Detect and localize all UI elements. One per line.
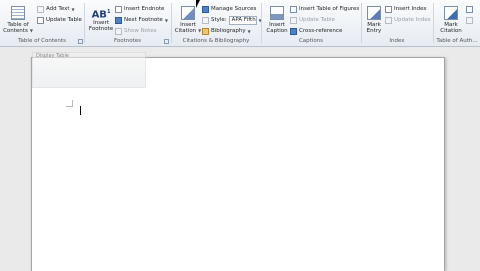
mark-entry-button[interactable]: Mark Entry	[363, 4, 385, 34]
group-table-of-authorities: Mark Citation Table of Auth...	[434, 0, 480, 46]
chevron-down-icon: ▼	[71, 6, 75, 12]
group-label-footnotes: Footnotes	[113, 38, 142, 44]
manage-sources-button[interactable]: Manage Sources	[202, 5, 256, 13]
margin-corner-mark	[66, 100, 73, 107]
dialog-launcher-icon[interactable]	[78, 39, 83, 44]
chevron-down-icon: ▼	[198, 28, 202, 33]
insert-caption-button[interactable]: Insert Caption	[264, 4, 290, 34]
add-text-label: Add Text	[46, 6, 70, 12]
insert-endnote-icon	[115, 5, 122, 13]
update-index-icon	[385, 16, 392, 24]
cross-reference-button[interactable]: Cross-reference	[290, 27, 342, 35]
style-icon	[202, 16, 209, 24]
insert-index-label: Insert Index	[394, 6, 427, 12]
bibliography-label: Bibliography	[211, 28, 246, 34]
insert-citation-label: Insert Citation	[174, 22, 197, 34]
show-notes-button[interactable]: Show Notes	[115, 27, 156, 35]
update-index-button[interactable]: Update Index	[385, 16, 431, 24]
ghost-overlay-label: Display Table	[36, 53, 69, 59]
insert-index-icon	[385, 5, 392, 13]
text-caret	[80, 106, 81, 115]
update-table-of-authorities-button[interactable]	[466, 16, 475, 24]
update-index-label: Update Index	[394, 17, 431, 23]
insert-index-button[interactable]: Insert Index	[385, 5, 427, 13]
style-label: Style:	[211, 17, 227, 23]
group-label-index: Index	[389, 38, 405, 44]
cross-reference-label: Cross-reference	[299, 28, 343, 34]
show-notes-icon	[115, 27, 122, 35]
chevron-down-icon: ▼	[247, 28, 251, 34]
add-text-icon	[37, 5, 44, 13]
show-notes-label: Show Notes	[124, 28, 157, 34]
insert-caption-label: Insert Caption	[266, 22, 288, 34]
next-footnote-button[interactable]: Next Footnote ▼	[115, 16, 168, 24]
insert-citation-button[interactable]: Insert Citation ▼	[174, 4, 202, 34]
update-authorities-icon	[466, 16, 473, 24]
table-of-authorities-icon	[466, 5, 473, 13]
ribbon: Table of Contents ▼ Add Text ▼ Update Tabl…	[0, 0, 480, 47]
update-table-icon	[290, 16, 297, 24]
mark-citation-label: Mark Citation	[440, 22, 462, 34]
dialog-launcher-icon[interactable]	[164, 39, 169, 44]
group-table-of-contents: Table of Contents ▼ Add Text ▼ Update Tabl…	[0, 0, 84, 46]
group-label-captions: Captions	[298, 38, 324, 44]
insert-endnote-label: Insert Endnote	[124, 6, 165, 12]
insert-footnote-label: Insert Footnote	[88, 20, 114, 32]
insert-endnote-button[interactable]: Insert Endnote	[115, 5, 164, 13]
style-dropdown[interactable]: APA Fifth	[228, 15, 257, 25]
add-text-button[interactable]: Add Text ▼	[37, 5, 75, 13]
insert-footnote-icon: AB1	[87, 4, 115, 20]
group-label-citations: Citations & Bibliography	[182, 38, 250, 44]
bibliography-icon	[202, 27, 209, 35]
group-captions: Insert Caption Insert Table of Figures U…	[262, 0, 360, 46]
update-table-captions-button[interactable]: Update Table	[290, 16, 335, 24]
mark-entry-label: Mark Entry	[366, 22, 382, 34]
manage-sources-label: Manage Sources	[211, 6, 257, 12]
next-footnote-icon	[115, 16, 122, 24]
insert-caption-icon	[270, 6, 284, 20]
group-citations-bibliography: Insert Citation ▼ Manage Sources Style: A…	[172, 0, 262, 46]
table-of-contents-icon	[11, 6, 25, 20]
document-page[interactable]	[31, 57, 445, 271]
table-of-figures-icon	[290, 5, 297, 13]
mark-citation-button[interactable]: Mark Citation	[438, 4, 464, 34]
insert-footnote-button[interactable]: AB1 Insert Footnote	[87, 4, 115, 32]
style-selector[interactable]: Style: APA Fifth▼	[202, 15, 262, 25]
table-of-contents-button[interactable]: Table of Contents ▼	[3, 4, 33, 34]
update-table-label: Update Table	[46, 17, 82, 23]
update-table-icon	[37, 16, 44, 24]
insert-citation-icon	[181, 6, 195, 20]
footnote-ab-glyph: AB	[91, 9, 107, 21]
group-label-authorities: Table of Auth...	[436, 38, 478, 44]
table-of-contents-label: Table of Contents	[3, 22, 29, 34]
next-footnote-label: Next Footnote	[124, 17, 163, 23]
group-footnotes: AB1 Insert Footnote Insert Endnote Next …	[85, 0, 170, 46]
group-label-toc: Table of Contents	[18, 38, 66, 44]
cross-reference-icon	[290, 27, 297, 35]
chevron-down-icon: ▼	[164, 17, 168, 23]
chevron-down-icon: ▼	[29, 28, 33, 33]
insert-table-of-figures-button[interactable]: Insert Table of Figures	[290, 5, 359, 13]
mouse-pointer-icon	[196, 0, 204, 8]
mark-citation-icon	[444, 6, 458, 20]
mark-entry-icon	[367, 6, 381, 20]
footnote-superscript: 1	[106, 9, 111, 15]
group-index: Mark Entry Insert Index Update Index Ind…	[362, 0, 432, 46]
insert-table-of-authorities-button[interactable]	[466, 5, 475, 13]
style-value: APA Fifth	[231, 16, 256, 23]
bibliography-button[interactable]: Bibliography ▼	[202, 27, 251, 35]
update-table-button[interactable]: Update Table	[37, 16, 82, 24]
update-table-captions-label: Update Table	[299, 17, 335, 23]
insert-table-of-figures-label: Insert Table of Figures	[299, 6, 360, 12]
